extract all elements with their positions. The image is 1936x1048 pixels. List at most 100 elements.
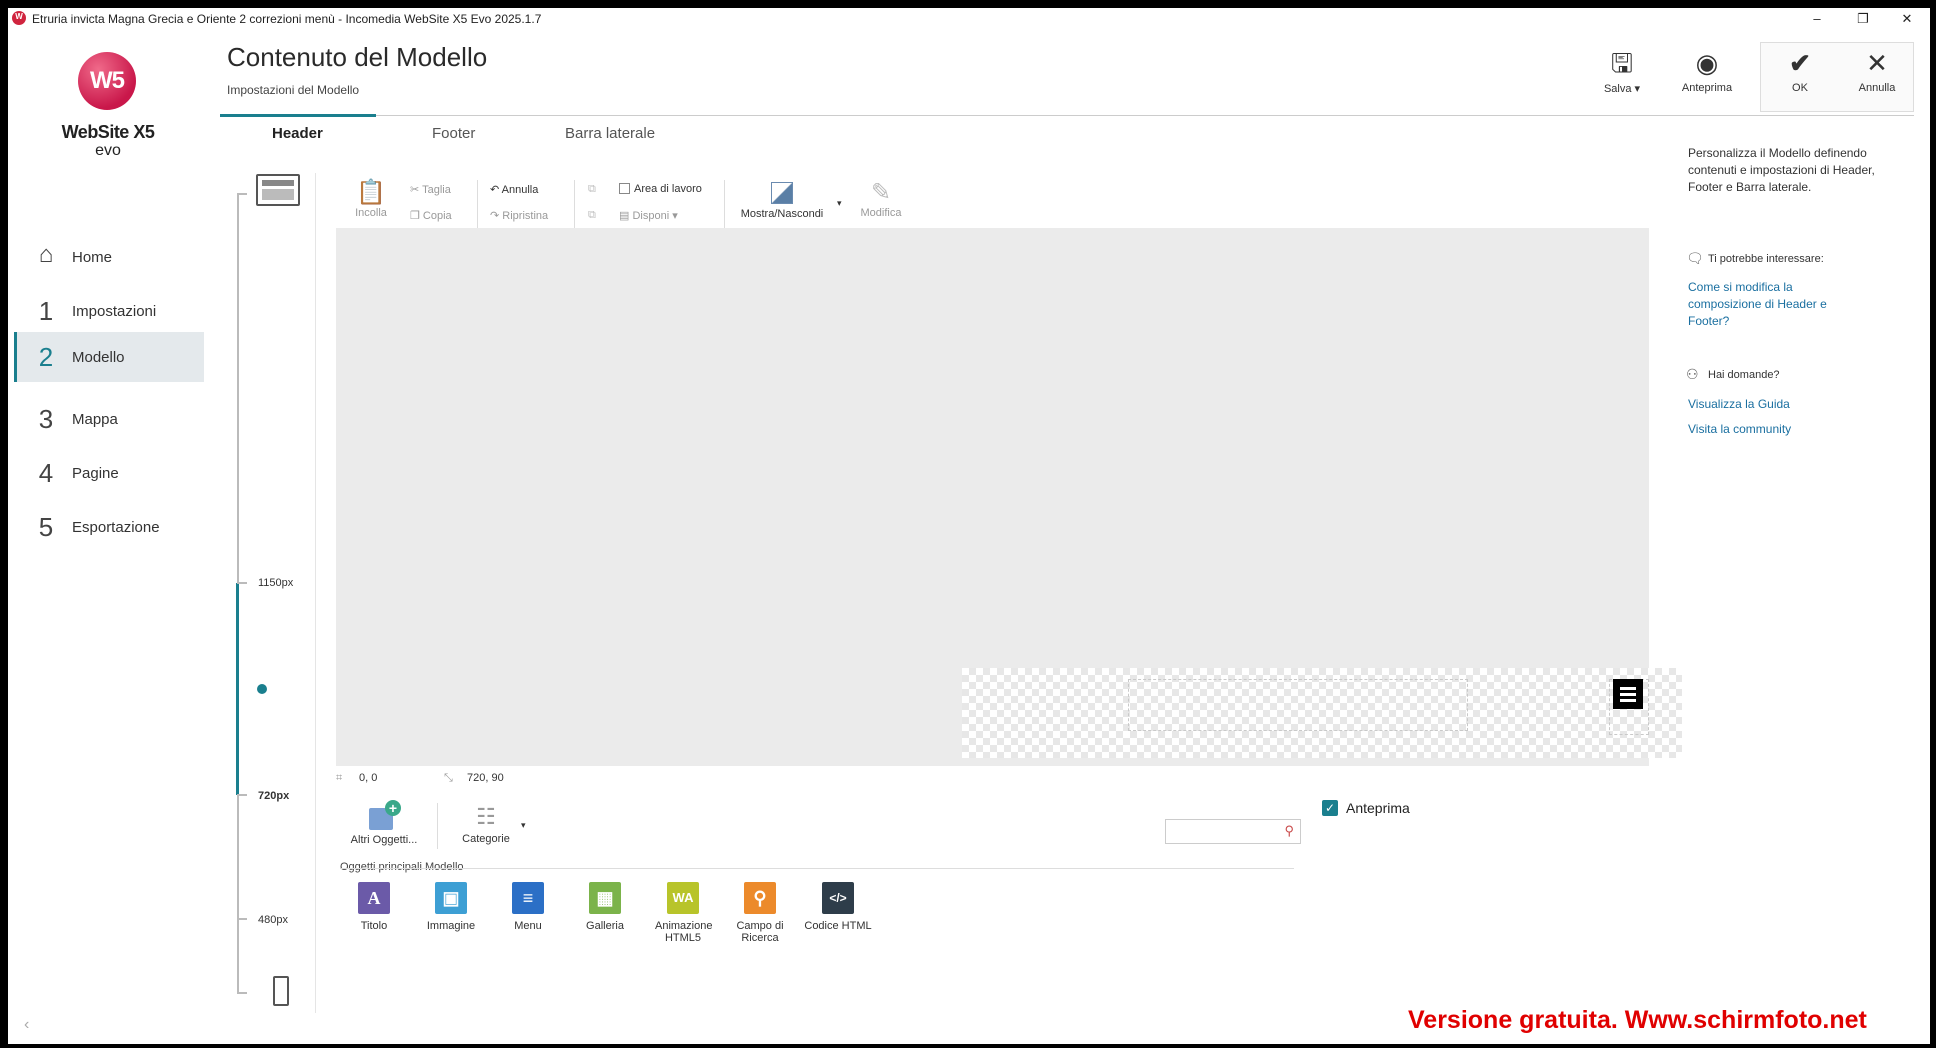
copy-button[interactable]: ❐ Copia [410, 209, 452, 222]
categories-dropdown[interactable]: ▾ [521, 820, 526, 831]
layer-down-icon[interactable]: ⧉ [588, 209, 596, 222]
editor-canvas[interactable] [336, 228, 1682, 766]
clipboard-icon: 📋 [356, 179, 386, 206]
watermark-text: Versione gratuita. Www.schirmfoto.net [1408, 1006, 1867, 1034]
nav-number: 1 [38, 296, 54, 326]
object-menu[interactable]: ≡ Menu [493, 882, 563, 932]
nav-impostazioni-label: Impostazioni [72, 303, 157, 320]
toolbar-separator [477, 180, 478, 232]
layer-up-icon[interactable]: ⧉ [588, 183, 596, 196]
object-galleria[interactable]: ▦ Galleria [570, 882, 640, 932]
nav-esportazione-label: Esportazione [72, 519, 160, 536]
home-icon: ⌂ [38, 241, 54, 268]
animation-icon: WA [667, 882, 699, 914]
nav-esportazione[interactable]: 5 Esportazione [14, 504, 204, 552]
tab-barra-laterale[interactable]: Barra laterale [565, 125, 655, 142]
edit-button[interactable]: ✎ Modifica [856, 178, 906, 219]
copy-icon: ❐ [410, 210, 423, 222]
question-icon: ⚇ [1686, 366, 1699, 382]
paste-button[interactable]: 📋 Incolla [351, 178, 391, 219]
nav-home[interactable]: ⌂ Home [14, 234, 204, 282]
object-animazione-html5[interactable]: WA Animazione HTML5 [648, 882, 718, 944]
header-footer-help-link[interactable]: Come si modifica la composizione di Head… [1688, 279, 1868, 330]
tab-footer[interactable]: Footer [432, 125, 475, 142]
object-placeholder[interactable] [1128, 679, 1468, 731]
logo-edition: evo [95, 142, 121, 159]
ok-button[interactable]: ✔ OK [1770, 48, 1830, 94]
more-objects-button[interactable]: + Altri Oggetti... [344, 800, 424, 846]
ruler-tick [237, 918, 247, 920]
size-readout: 720, 90 [467, 772, 504, 784]
nav-modello-label: Modello [72, 349, 125, 366]
panel-separator [437, 803, 438, 849]
page-title: Contenuto del Modello [227, 42, 488, 72]
object-immagine[interactable]: ▣ Immagine [416, 882, 486, 932]
show-hide-button[interactable]: Mostra/Nascondi [734, 180, 830, 220]
title-icon: A [358, 882, 390, 914]
arrange-button[interactable]: ▤ Disponi ▾ [619, 209, 678, 222]
undo-button[interactable]: ↶ Annulla [490, 183, 538, 196]
redo-button[interactable]: ↷ Ripristina [490, 209, 548, 222]
cut-button[interactable]: ✂ Taglia [410, 183, 451, 196]
nav-impostazioni[interactable]: 1 Impostazioni [14, 288, 204, 336]
logo-mark: W5 [78, 52, 136, 110]
clear-search-icon[interactable]: ⚲ [1284, 823, 1294, 839]
resolution-ruler-active [236, 583, 239, 795]
collapse-sidebar-icon[interactable]: ‹ [24, 1016, 29, 1034]
breakpoint-480[interactable]: 480px [258, 914, 288, 926]
toolbar-separator [574, 180, 575, 232]
undo-icon: ↶ [490, 184, 502, 196]
help-intro: Personalizza il Modello definendo conten… [1688, 146, 1875, 194]
tab-header[interactable]: Header [272, 125, 323, 142]
object-search-input[interactable]: ⚲ [1165, 819, 1301, 844]
nav-pagine[interactable]: 4 Pagine [14, 450, 204, 498]
nav-mappa[interactable]: 3 Mappa [14, 396, 204, 444]
image-icon: ▣ [435, 882, 467, 914]
ruler-separator [315, 173, 316, 1013]
community-link[interactable]: Visita la community [1688, 421, 1791, 438]
tree-icon: ☷ [476, 804, 496, 829]
ruler-tick [237, 992, 247, 994]
show-hide-icon [771, 182, 793, 204]
breakpoint-720[interactable]: 720px [258, 790, 289, 802]
search-field-icon: ⚲ [744, 882, 776, 914]
preview-checkbox-label: Anteprima [1346, 800, 1410, 816]
add-object-icon: + [367, 800, 401, 832]
preview-checkbox[interactable]: ✓ [1322, 800, 1338, 816]
code-icon: </> [822, 882, 854, 914]
ruler-handle[interactable] [257, 684, 267, 694]
workarea-checkbox[interactable]: Area di lavoro [619, 183, 702, 195]
nav-modello[interactable]: 2 Modello [14, 332, 204, 382]
cancel-button[interactable]: ✕ Annulla [1846, 48, 1908, 94]
object-titolo[interactable]: A Titolo [339, 882, 409, 932]
position-icon: ⌗ [336, 772, 343, 784]
mobile-view-icon[interactable] [273, 976, 289, 1006]
nav-pagine-label: Pagine [72, 465, 119, 482]
object-codice-html[interactable]: </> Codice HTML [803, 882, 873, 932]
object-campo-di-ricerca[interactable]: ⚲ Campo di Ricerca [725, 882, 795, 944]
tabs-divider [220, 115, 1914, 116]
maximize-button[interactable]: ❐ [1840, 8, 1886, 30]
app-icon: W [12, 11, 26, 25]
minimize-button[interactable]: – [1794, 8, 1840, 30]
breakpoint-1150[interactable]: 1150px [258, 577, 293, 589]
size-icon: ⤡ [444, 772, 453, 784]
categories-button[interactable]: ☷ Categorie [451, 803, 521, 845]
app-window: W Etruria invicta Magna Grecia e Oriente… [8, 8, 1930, 1044]
questions-heading: Hai domande? [1708, 369, 1780, 381]
gallery-icon: ▦ [589, 882, 621, 914]
show-hide-dropdown[interactable]: ▾ [837, 198, 842, 209]
interest-heading: Ti potrebbe interessare: [1708, 253, 1824, 265]
hamburger-menu-icon[interactable] [1613, 679, 1643, 709]
preview-button[interactable]: ◉ Anteprima [1672, 48, 1742, 94]
redo-icon: ↷ [490, 210, 503, 222]
logo-name: WebSite X5 [61, 122, 155, 142]
active-tab-indicator [220, 114, 376, 117]
guide-link[interactable]: Visualizza la Guida [1688, 396, 1790, 413]
close-window-button[interactable]: ✕ [1884, 8, 1930, 30]
desktop-view-icon[interactable] [256, 174, 300, 206]
position-readout: 0, 0 [359, 772, 378, 784]
checkbox-icon [619, 183, 630, 194]
save-button[interactable]: 🖫 Salva ▾ [1592, 48, 1652, 95]
status-bar: ⌗ 0, 0 ⤡ 720, 90 [336, 766, 1649, 790]
